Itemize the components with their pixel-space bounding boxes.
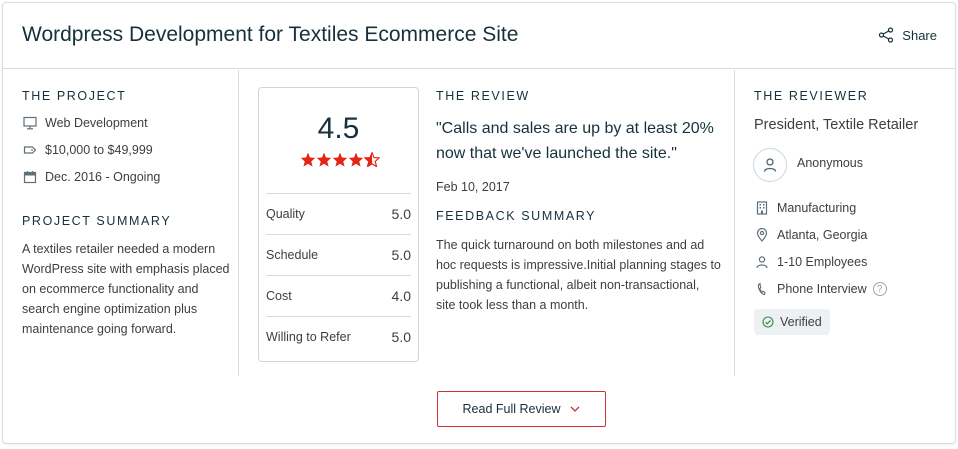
rating-row-cost: Cost 4.0 bbox=[266, 275, 411, 315]
reviewer-role: President, Textile Retailer bbox=[754, 117, 919, 133]
tag-icon bbox=[22, 142, 38, 158]
building-icon bbox=[754, 200, 770, 216]
calendar-icon bbox=[22, 169, 38, 185]
project-dates: Dec. 2016 - Ongoing bbox=[22, 169, 160, 185]
rating-value: 5.0 bbox=[391, 246, 411, 263]
reviewer-company-size: 1-10 Employees bbox=[754, 254, 867, 270]
location-pin-icon bbox=[754, 227, 770, 243]
star-icon bbox=[348, 152, 364, 167]
rating-value: 5.0 bbox=[391, 328, 411, 345]
star-icon bbox=[316, 152, 332, 167]
reviewer-industry: Manufacturing bbox=[754, 200, 856, 216]
review-header: Wordpress Development for Textiles Ecomm… bbox=[3, 3, 955, 69]
column-divider bbox=[734, 70, 735, 376]
share-label: Share bbox=[902, 27, 937, 43]
project-summary-heading: PROJECT SUMMARY bbox=[22, 214, 172, 228]
project-summary-text: A textiles retailer needed a modern Word… bbox=[22, 242, 230, 336]
feedback-summary-text: The quick turnaround on both milestones … bbox=[436, 238, 721, 312]
phone-icon bbox=[754, 281, 770, 297]
reviewer-location: Atlanta, Georgia bbox=[754, 227, 867, 243]
person-icon bbox=[754, 254, 770, 270]
share-button[interactable]: Share bbox=[878, 27, 937, 43]
rating-row-quality: Quality 5.0 bbox=[266, 193, 411, 233]
project-dates-label: Dec. 2016 - Ongoing bbox=[45, 170, 161, 184]
chevron-down-icon bbox=[571, 406, 580, 412]
project-heading: THE PROJECT bbox=[22, 89, 127, 103]
monitor-icon bbox=[22, 115, 38, 131]
overall-score: 4.5 bbox=[317, 112, 360, 145]
review-quote: "Calls and sales are up by at least 20% … bbox=[436, 120, 714, 162]
feedback-summary-heading: FEEDBACK SUMMARY bbox=[436, 209, 597, 223]
rating-label: Cost bbox=[266, 288, 292, 303]
reviewer-heading: THE REVIEWER bbox=[754, 89, 869, 103]
reviewer-name: Anonymous bbox=[797, 156, 864, 170]
avatar bbox=[753, 148, 787, 182]
star-rating bbox=[300, 152, 380, 167]
review-date: Feb 10, 2017 bbox=[436, 180, 510, 194]
review-heading: THE REVIEW bbox=[436, 89, 530, 103]
reviewer-company-size-label: 1-10 Employees bbox=[777, 255, 868, 269]
rating-label: Quality bbox=[266, 206, 305, 221]
project-service-label: Web Development bbox=[45, 116, 148, 130]
project-budget: $10,000 to $49,999 bbox=[22, 142, 153, 158]
rating-label: Willing to Refer bbox=[266, 329, 351, 344]
column-divider bbox=[238, 70, 239, 376]
star-icon bbox=[332, 152, 348, 167]
project-service: Web Development bbox=[22, 115, 148, 131]
check-circle-icon bbox=[762, 316, 774, 328]
rating-value: 4.0 bbox=[391, 287, 411, 304]
verified-label: Verified bbox=[780, 315, 822, 329]
rating-row-schedule: Schedule 5.0 bbox=[266, 234, 411, 274]
verified-badge: Verified bbox=[754, 309, 830, 335]
project-budget-label: $10,000 to $49,999 bbox=[45, 143, 153, 157]
read-full-review-button[interactable]: Read Full Review bbox=[437, 391, 606, 427]
help-icon[interactable]: ? bbox=[872, 282, 887, 296]
reviewer-industry-label: Manufacturing bbox=[777, 201, 857, 215]
review-card: Wordpress Development for Textiles Ecomm… bbox=[2, 2, 956, 444]
rating-box: 4.5 Quality 5.0 Schedule 5.0 Cost 4.0 Wi… bbox=[258, 87, 419, 362]
reviewer-interview-type: Phone Interview ? bbox=[754, 281, 887, 297]
reviewer-interview-type-label: Phone Interview bbox=[777, 282, 867, 296]
rating-value: 5.0 bbox=[391, 205, 411, 222]
rating-row-willing-to-refer: Willing to Refer 5.0 bbox=[266, 316, 411, 356]
half-star-icon bbox=[364, 152, 380, 167]
reviewer-location-label: Atlanta, Georgia bbox=[777, 228, 868, 242]
read-full-review-label: Read Full Review bbox=[462, 402, 561, 416]
user-icon bbox=[763, 158, 777, 172]
review-title: Wordpress Development for Textiles Ecomm… bbox=[22, 23, 519, 46]
rating-label: Schedule bbox=[266, 247, 319, 262]
share-icon bbox=[879, 27, 894, 43]
star-icon bbox=[300, 152, 316, 167]
